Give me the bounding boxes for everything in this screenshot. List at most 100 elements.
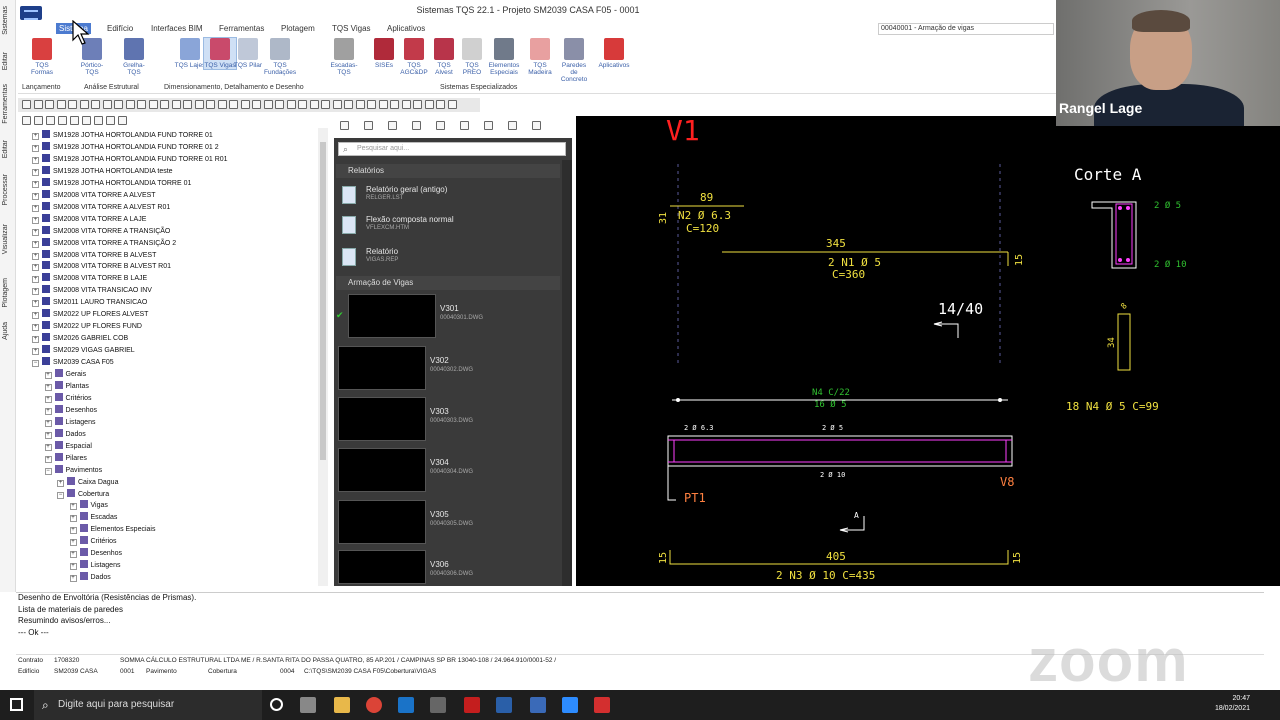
expand-icon[interactable]: + bbox=[32, 252, 39, 260]
file-explorer-icon[interactable] bbox=[334, 697, 350, 713]
vtab-editar[interactable]: Editar bbox=[2, 52, 9, 70]
ribbon-tqs-pilar[interactable]: TQS Pilar bbox=[232, 38, 264, 69]
expand-icon[interactable]: + bbox=[69, 503, 77, 511]
taskbar-search-input[interactable]: Digite aqui para pesquisar bbox=[34, 690, 262, 720]
toolbar-tool-icon[interactable] bbox=[355, 100, 365, 109]
toolbar-tool-icon[interactable] bbox=[447, 100, 457, 109]
vtab-ferramentas[interactable]: Ferramentas bbox=[2, 84, 9, 124]
panel-tool-icon[interactable] bbox=[388, 121, 397, 130]
toolbar-tool-icon[interactable] bbox=[286, 100, 296, 109]
expand-icon[interactable]: + bbox=[32, 144, 39, 152]
expand-icon[interactable]: + bbox=[32, 228, 39, 236]
windows-start-icon[interactable] bbox=[10, 698, 23, 711]
ribbon-tqs-fundacoes[interactable]: TQS Fundações bbox=[264, 38, 296, 76]
expand-icon[interactable]: + bbox=[44, 419, 52, 427]
expand-icon[interactable]: + bbox=[69, 563, 77, 571]
tree-item[interactable]: + SM1928 JOTHA HORTOLANDIA FUND TORRE 01 … bbox=[32, 141, 219, 154]
tree-item[interactable]: + SM1928 JOTHA HORTOLANDIA FUND TORRE 01 … bbox=[32, 153, 228, 166]
chrome-icon[interactable] bbox=[366, 697, 382, 713]
outlook-icon[interactable] bbox=[398, 697, 414, 713]
tree-item[interactable]: + SM1928 JOTHA HORTOLANDIA teste bbox=[32, 165, 173, 178]
tree-item[interactable]: + Elementos Especiais bbox=[69, 524, 155, 536]
toolbar-tool-icon[interactable] bbox=[252, 100, 261, 109]
cortana-icon[interactable] bbox=[270, 698, 283, 711]
expand-icon[interactable]: + bbox=[32, 348, 39, 356]
pdf-reader-icon[interactable] bbox=[594, 697, 610, 713]
tree-item[interactable]: + Critérios bbox=[44, 392, 92, 405]
toolbar-tool-icon[interactable] bbox=[160, 100, 169, 109]
vtab-ajuda[interactable]: Ajuda bbox=[2, 322, 9, 340]
toolbar-tool-icon[interactable] bbox=[68, 100, 77, 109]
vtab-plotagem[interactable]: Plotagem bbox=[2, 278, 9, 308]
tree-scroll-thumb[interactable] bbox=[320, 142, 326, 460]
tree-item[interactable]: + SM2008 VITA TORRE B ALVEST bbox=[32, 249, 156, 262]
toolbar-tool-icon[interactable] bbox=[137, 100, 146, 109]
panel-tool-icon[interactable] bbox=[508, 121, 517, 130]
tree-item[interactable]: − Cobertura bbox=[57, 488, 109, 501]
tree-item[interactable]: + SM2011 LAURO TRANSICAO bbox=[32, 297, 147, 309]
expand-icon[interactable]: + bbox=[32, 168, 39, 176]
tree-item[interactable]: − SM2039 CASA F05 bbox=[32, 357, 114, 369]
toolbar-tool-icon[interactable] bbox=[367, 100, 376, 109]
tree-item[interactable]: − Pavimentos bbox=[44, 464, 102, 477]
toolbar-tool-icon[interactable] bbox=[79, 100, 89, 109]
tree-item[interactable]: + Vigas bbox=[69, 500, 108, 512]
expand-icon[interactable]: + bbox=[32, 216, 39, 224]
toolbar-tool-icon[interactable] bbox=[275, 100, 284, 109]
vtab-editar-2[interactable]: Editar bbox=[2, 140, 9, 158]
expand-icon[interactable]: − bbox=[57, 491, 64, 499]
ribbon-tqs-madeira[interactable]: TQS Madeira bbox=[524, 38, 556, 76]
expand-icon[interactable]: + bbox=[32, 336, 39, 344]
toolbar-tool-icon[interactable] bbox=[401, 100, 411, 109]
panel-tool-icon[interactable] bbox=[364, 121, 373, 130]
task-view-icon[interactable] bbox=[300, 697, 316, 713]
ribbon-elementos-especiais[interactable]: Elementos Especiais bbox=[488, 38, 520, 76]
ribbon-sises[interactable]: SISEs bbox=[368, 38, 400, 69]
tree-item[interactable]: + SM2008 VITA TORRE A TRANSIÇÃO bbox=[32, 225, 170, 238]
tqs-icon[interactable] bbox=[496, 697, 512, 713]
tree-item[interactable]: + SM2022 UP FLORES ALVEST bbox=[32, 309, 148, 321]
expand-icon[interactable]: − bbox=[44, 467, 52, 475]
tree-tool-icon[interactable] bbox=[70, 116, 79, 125]
expand-icon[interactable]: + bbox=[32, 288, 39, 296]
tree-item[interactable]: + Listagens bbox=[69, 560, 120, 572]
toolbar-tool-icon[interactable] bbox=[332, 100, 342, 109]
ribbon-escadas[interactable]: Escadas-TQS bbox=[328, 38, 360, 76]
toolbar-tool-icon[interactable] bbox=[33, 100, 43, 109]
expand-icon[interactable]: − bbox=[32, 360, 39, 368]
vtab-processar[interactable]: Processar bbox=[2, 174, 9, 206]
expand-icon[interactable]: + bbox=[32, 324, 39, 332]
toolbar-tool-icon[interactable] bbox=[206, 100, 215, 109]
drawing-item[interactable]: V301 00040301.DWG bbox=[348, 292, 568, 340]
toolbar-tool-icon[interactable] bbox=[217, 100, 227, 109]
section-armacao-vigas[interactable]: Armação de Vigas bbox=[336, 276, 560, 290]
tree-tool-icon[interactable] bbox=[118, 116, 127, 125]
toolbar-tool-icon[interactable] bbox=[413, 100, 422, 109]
toolbar-tool-icon[interactable] bbox=[102, 100, 112, 109]
drawing-item[interactable]: V304 00040304.DWG bbox=[338, 446, 558, 494]
tree-tool-icon[interactable] bbox=[58, 116, 67, 125]
ribbon-tqs-formas[interactable]: TQS Formas bbox=[26, 38, 58, 76]
toolbar-tool-icon[interactable] bbox=[56, 100, 66, 109]
toolbar-tool-icon[interactable] bbox=[194, 100, 204, 109]
toolbar-tool-icon[interactable] bbox=[114, 100, 123, 109]
tree-item[interactable]: + SM2008 VITA TORRE B LAJE bbox=[32, 273, 147, 285]
toolbar-tool-icon[interactable] bbox=[344, 100, 353, 109]
panel-tool-icon[interactable] bbox=[484, 121, 493, 130]
tree-item[interactable]: + SM2008 VITA TORRE A ALVEST bbox=[32, 189, 156, 202]
tree-item[interactable]: + SM2008 VITA TRANSICAO INV bbox=[32, 285, 152, 297]
expand-icon[interactable]: + bbox=[57, 479, 64, 487]
menu-aplicativos[interactable]: Aplicativos bbox=[384, 23, 428, 34]
report-item[interactable]: Relatório geral (antigo) RELGER.LST bbox=[340, 182, 560, 210]
tree-item[interactable]: + SM1928 JOTHA HORTOLANDIA FUND TORRE 01 bbox=[32, 130, 213, 142]
tree-item[interactable]: + Espacial bbox=[44, 440, 92, 453]
tree-item[interactable]: + SM2008 VITA TORRE A LAJE bbox=[32, 213, 146, 226]
tree-item[interactable]: + Plantas bbox=[44, 380, 89, 393]
tree-tool-icon[interactable] bbox=[46, 116, 55, 125]
tree-tool-icon[interactable] bbox=[34, 116, 43, 125]
toolbar-tool-icon[interactable] bbox=[378, 100, 388, 109]
drawing-item[interactable]: V305 00040305.DWG bbox=[338, 498, 558, 546]
toolbar-tool-icon[interactable] bbox=[183, 100, 192, 109]
tree-item[interactable]: + Listagens bbox=[44, 416, 95, 429]
panel-tool-icon[interactable] bbox=[460, 121, 469, 130]
